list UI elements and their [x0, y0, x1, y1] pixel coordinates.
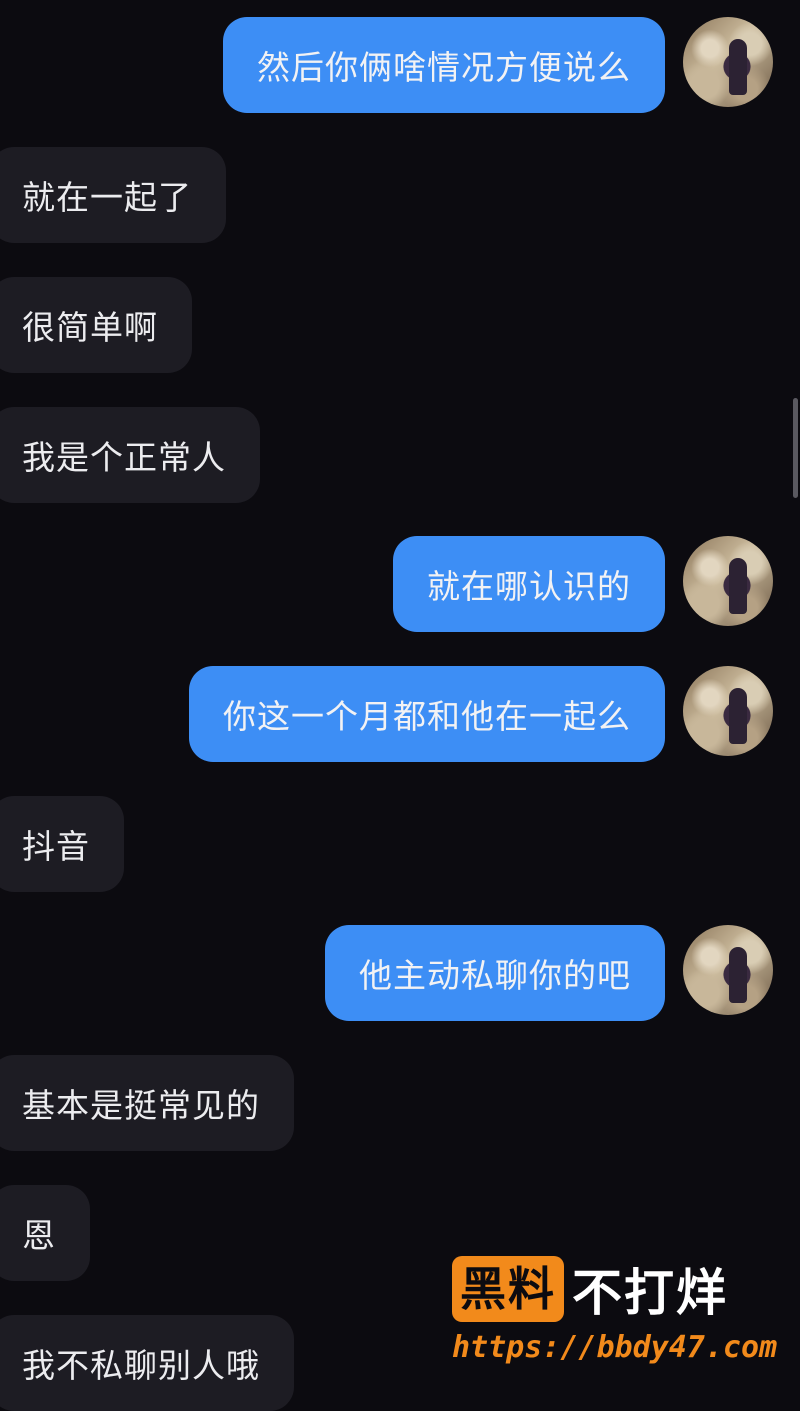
message-row: 抖音: [0, 796, 800, 892]
user-avatar[interactable]: [683, 666, 773, 756]
scrollbar[interactable]: [793, 398, 798, 498]
avatar-figure: [729, 947, 747, 1003]
message-row: 我是个正常人: [0, 407, 800, 503]
avatar-figure: [729, 39, 747, 95]
watermark: 黑料 不打烊 https://bbdy47.com: [452, 1254, 782, 1374]
watermark-badge: 黑料: [452, 1256, 564, 1322]
user-avatar[interactable]: [683, 925, 773, 1015]
outgoing-message[interactable]: 你这一个月都和他在一起么: [189, 666, 665, 762]
outgoing-message[interactable]: 就在哪认识的: [393, 536, 665, 632]
message-row: 就在一起了: [0, 147, 800, 243]
message-row: 然后你俩啥情况方便说么: [0, 17, 800, 113]
user-avatar[interactable]: [683, 17, 773, 107]
incoming-message[interactable]: 很简单啊: [0, 277, 192, 373]
watermark-url: https://bbdy47.com: [452, 1330, 778, 1365]
avatar-figure: [729, 688, 747, 744]
watermark-logo: 黑料 不打烊: [452, 1254, 782, 1324]
incoming-message[interactable]: 恩: [0, 1185, 90, 1281]
message-row: 很简单啊: [0, 277, 800, 373]
message-row: 你这一个月都和他在一起么: [0, 666, 800, 762]
message-row: 基本是挺常见的: [0, 1055, 800, 1151]
chat-thread: 然后你俩啥情况方便说么 就在一起了 很简单啊 我是个正常人 就在哪认识的 你这一…: [0, 0, 800, 1411]
incoming-message[interactable]: 抖音: [0, 796, 124, 892]
outgoing-message[interactable]: 他主动私聊你的吧: [325, 925, 665, 1021]
user-avatar[interactable]: [683, 536, 773, 626]
incoming-message[interactable]: 就在一起了: [0, 147, 226, 243]
message-row: 他主动私聊你的吧: [0, 925, 800, 1021]
message-row: 就在哪认识的: [0, 536, 800, 632]
avatar-figure: [729, 558, 747, 614]
outgoing-message[interactable]: 然后你俩啥情况方便说么: [223, 17, 665, 113]
incoming-message[interactable]: 基本是挺常见的: [0, 1055, 294, 1151]
incoming-message[interactable]: 我是个正常人: [0, 407, 260, 503]
watermark-text: 不打烊: [572, 1264, 728, 1322]
